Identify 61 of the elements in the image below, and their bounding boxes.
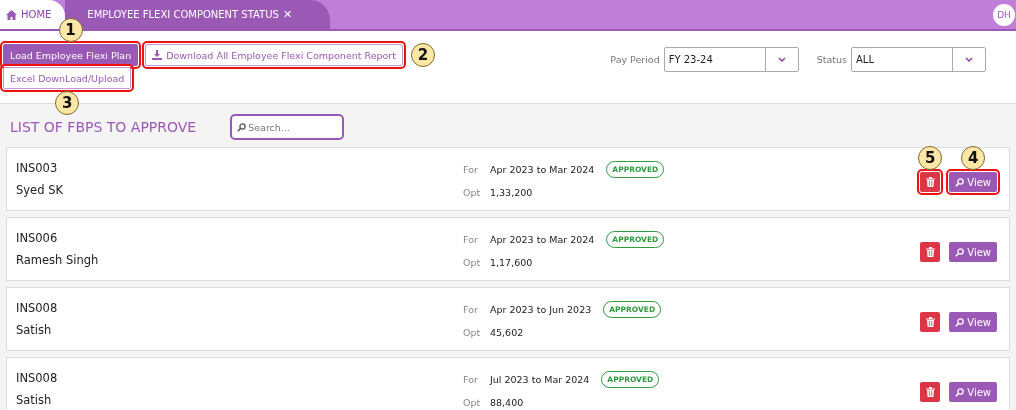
dropdown[interactable]: FY 23-24 — [663, 47, 799, 72]
view-button[interactable]: View — [949, 172, 997, 192]
home-icon — [6, 9, 17, 20]
field-label: Opt — [463, 186, 480, 198]
trash-icon — [925, 387, 935, 397]
employee-code: INS006 — [16, 231, 59, 245]
number-badge: 5 — [918, 146, 943, 170]
download-icon — [152, 50, 163, 60]
field-label: For — [463, 373, 479, 385]
period-text: Apr 2023 to Jun 2023 — [490, 303, 592, 315]
period-text: Apr 2023 to Mar 2024 — [490, 163, 595, 175]
employee-name: Syed SK — [16, 183, 64, 197]
employee-name: Ramesh Singh — [16, 253, 100, 267]
employee-name: Satish — [16, 323, 53, 337]
search-icon — [955, 317, 965, 327]
amount-text: 88,400 — [490, 396, 524, 408]
trash-icon — [925, 247, 935, 257]
close-icon[interactable]: ✕ — [282, 8, 293, 21]
amount-text: 1,33,200 — [490, 186, 533, 198]
field-label: Opt — [463, 256, 480, 268]
employee-name: Satish — [16, 393, 53, 407]
list-title: LIST OF FBPS TO APPROVE — [10, 119, 197, 135]
search-icon — [955, 247, 965, 257]
caret-icon — [965, 57, 973, 62]
view-button[interactable]: View — [949, 242, 997, 262]
period-text: Apr 2023 to Mar 2024 — [490, 233, 595, 245]
view-button[interactable]: View — [949, 312, 997, 332]
excel-button[interactable]: Excel DownLoad/Upload — [3, 67, 132, 89]
search-icon — [237, 123, 247, 132]
caret-icon — [777, 57, 786, 62]
number-badge: 4 — [961, 146, 986, 170]
field-label: For — [463, 163, 479, 175]
delete-button[interactable] — [920, 312, 941, 332]
employee-code: INS008 — [16, 301, 59, 315]
trash-icon — [925, 317, 935, 327]
view-button[interactable]: View — [949, 382, 997, 402]
trash-icon — [925, 177, 935, 187]
amount-text: 1,17,600 — [490, 256, 533, 268]
period-text: Jul 2023 to Mar 2024 — [490, 373, 590, 385]
field-label: For — [463, 303, 479, 315]
download-report-button[interactable]: Download All Employee Flexi Component Report — [145, 44, 403, 66]
field-label: Opt — [463, 326, 480, 338]
amount-text: 45,602 — [490, 326, 524, 338]
employee-code: INS003 — [16, 161, 59, 175]
user-avatar[interactable]: DH — [993, 3, 1015, 26]
dropdown[interactable]: ALL — [851, 47, 986, 72]
number-badge: 2 — [411, 43, 435, 67]
employee-code: INS008 — [16, 371, 59, 385]
filter-label: Status — [816, 54, 847, 65]
delete-button[interactable] — [920, 382, 941, 402]
load-plan-button[interactable]: Load Employee Flexi Plan — [3, 44, 139, 66]
tab[interactable]: HOME — [0, 0, 66, 29]
number-badge: 3 — [55, 91, 80, 115]
filter-label: Pay Period — [610, 54, 660, 65]
search-icon — [955, 387, 965, 397]
field-label: Opt — [463, 396, 480, 408]
field-label: For — [463, 233, 479, 245]
search-icon — [955, 177, 965, 187]
search-field[interactable]: Search... — [230, 114, 345, 140]
delete-button[interactable] — [920, 242, 941, 262]
delete-button[interactable] — [920, 172, 941, 192]
